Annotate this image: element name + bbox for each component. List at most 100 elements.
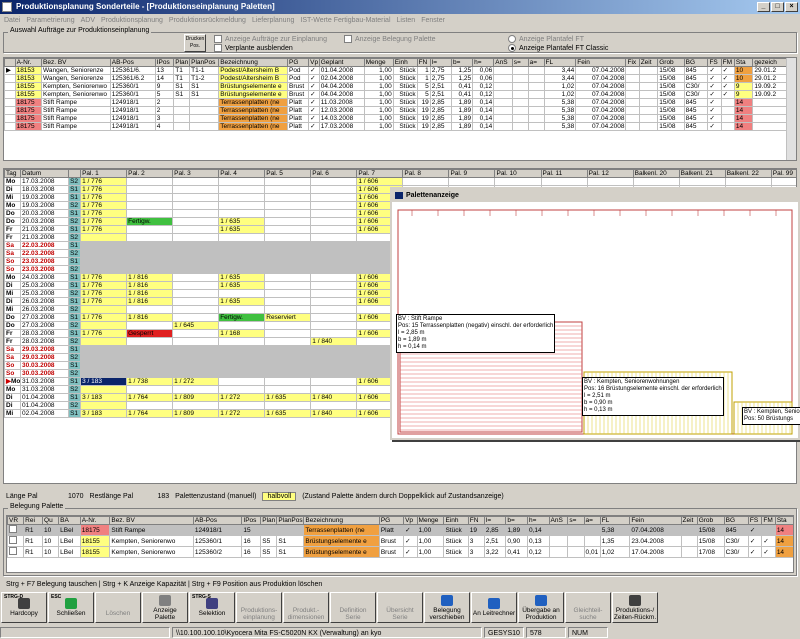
orders-cell[interactable]: 15/08 — [657, 74, 685, 83]
pallet-cell[interactable]: 1 / 635 — [218, 225, 266, 234]
belegung-col-header[interactable]: A-Nr. — [79, 516, 111, 525]
pallet-cell[interactable] — [126, 353, 174, 362]
orders-cell[interactable]: 14 — [733, 106, 754, 115]
pallet-cell[interactable] — [218, 233, 266, 242]
menu-item[interactable]: ADV — [81, 14, 95, 27]
pallet-cell[interactable] — [126, 185, 174, 194]
belegung-col-header[interactable]: FS — [747, 516, 763, 525]
pallet-cell[interactable] — [172, 369, 220, 378]
orders-cell[interactable]: 9 — [733, 82, 754, 91]
pallet-cell[interactable] — [126, 233, 174, 242]
belegung-cell[interactable]: Stück — [443, 524, 469, 536]
orders-cell[interactable] — [493, 122, 513, 131]
pallet-cell[interactable]: 1 / 816 — [126, 273, 174, 282]
orders-cell[interactable]: 15/08 — [657, 106, 685, 115]
toolbar-button-10[interactable]: Belegung verschieben — [424, 592, 470, 623]
pallet-cell[interactable] — [264, 273, 312, 282]
pallet-cell[interactable] — [172, 177, 220, 186]
pallet-cell[interactable] — [586, 177, 634, 186]
belegung-cell[interactable] — [548, 535, 569, 547]
belegung-cell[interactable] — [680, 546, 698, 558]
menu-item[interactable]: Listen — [397, 14, 416, 27]
orders-cell[interactable] — [720, 98, 735, 107]
orders-cell[interactable]: 3,44 — [543, 66, 577, 75]
pallet-cell[interactable] — [264, 297, 312, 306]
board-col-header[interactable]: Balkenl. 20 — [632, 169, 680, 178]
pallet-cell[interactable] — [264, 233, 312, 242]
belegung-cell[interactable]: ✓ — [747, 546, 763, 558]
pallet-cell[interactable] — [218, 241, 266, 250]
orders-cell[interactable]: Stück — [392, 114, 418, 123]
belegung-col-header[interactable]: Fein — [629, 516, 682, 525]
orders-cell[interactable]: 9 — [154, 82, 175, 91]
orders-cell[interactable] — [173, 122, 191, 131]
pallet-cell[interactable]: 1 / 776 — [80, 177, 128, 186]
orders-cell[interactable]: Kempten, Seniorenwo — [41, 90, 111, 99]
pallet-cell[interactable] — [172, 233, 220, 242]
belegung-cell[interactable]: Terrassenplatten (ne — [303, 524, 380, 536]
belegung-cell[interactable]: 15/08 — [696, 535, 725, 547]
orders-cell[interactable]: ✓ — [707, 114, 722, 123]
pallet-cell[interactable] — [310, 225, 358, 234]
orders-cell[interactable] — [752, 98, 788, 107]
pallet-cell[interactable] — [172, 305, 220, 314]
orders-cell[interactable]: ✓ — [707, 90, 722, 99]
orders-cell[interactable]: Stück — [392, 122, 418, 131]
belegung-cell[interactable]: ✓ — [747, 524, 763, 536]
pallet-cell[interactable] — [172, 217, 220, 226]
pallet-cell[interactable]: Gesperrt — [126, 329, 174, 338]
pallet-cell[interactable] — [310, 265, 358, 274]
orders-cell[interactable]: Stift Rampe — [41, 122, 111, 131]
pallet-cell[interactable] — [310, 313, 358, 322]
orders-cell[interactable]: ✓ — [707, 82, 722, 91]
orders-cell[interactable]: 1,02 — [543, 82, 577, 91]
orders-cell[interactable]: 5,38 — [543, 122, 577, 131]
pallet-cell[interactable] — [218, 209, 266, 218]
pallet-cell[interactable] — [80, 241, 128, 250]
pallet-cell[interactable] — [264, 321, 312, 330]
belegung-cell[interactable]: ✓ — [747, 535, 763, 547]
pallet-cell[interactable] — [126, 401, 174, 410]
pallet-cell[interactable] — [126, 209, 174, 218]
pallet-cell[interactable] — [218, 249, 266, 258]
minimize-button[interactable]: _ — [757, 2, 770, 12]
pallet-cell[interactable]: 1 / 776 — [80, 185, 128, 194]
pallet-cell[interactable] — [80, 385, 128, 394]
orders-cell[interactable]: 29.01.2 — [752, 66, 788, 75]
orders-cell[interactable]: 0,06 — [472, 66, 495, 75]
orders-cell[interactable]: 1,00 — [363, 122, 394, 131]
orders-cell[interactable]: ✓ — [308, 74, 320, 83]
belegung-cell[interactable]: Kempten, Seniorenwo — [109, 535, 194, 547]
pallet-cell[interactable]: 1 / 816 — [126, 281, 174, 290]
belegung-cell[interactable]: Brust — [378, 546, 405, 558]
belegung-col-header[interactable]: Menge — [416, 516, 445, 525]
pallet-cell[interactable] — [264, 185, 312, 194]
pallet-cell[interactable] — [80, 249, 128, 258]
orders-cell[interactable]: Platt — [286, 106, 310, 115]
toolbar-button-12[interactable]: Übergabe an Produktion — [518, 592, 564, 623]
orders-cell[interactable]: Kempten, Seniorenwo — [41, 82, 111, 91]
orders-cell[interactable]: 2 — [154, 98, 175, 107]
orders-cell[interactable]: 1,89 — [450, 98, 474, 107]
pallet-cell[interactable]: 1 / 776 — [80, 201, 128, 210]
orders-cell[interactable]: 02.04.2008 — [318, 74, 365, 83]
belegung-col-header[interactable]: VR — [7, 516, 25, 525]
orders-cell[interactable]: ✓ — [720, 66, 735, 75]
orders-cell[interactable]: 04.04.2008 — [318, 90, 365, 99]
orders-cell[interactable]: 845 — [683, 66, 709, 75]
pallet-cell[interactable]: 1 / 635 — [218, 297, 266, 306]
orders-cell[interactable]: 1,89 — [450, 114, 474, 123]
toolbar-button-3[interactable]: Löschen — [95, 592, 141, 623]
orders-cell[interactable]: 10 — [733, 74, 754, 83]
pallet-cell[interactable] — [264, 345, 312, 354]
maximize-button[interactable]: □ — [771, 2, 784, 12]
belegung-col-header[interactable]: b= — [505, 516, 528, 525]
pallet-cell[interactable] — [218, 321, 266, 330]
orders-cell[interactable]: Brust — [286, 82, 310, 91]
pallet-cell[interactable] — [770, 177, 796, 186]
orders-cell[interactable]: 19 — [416, 122, 431, 131]
opt-verplante-ausblenden[interactable]: Verplante ausblenden — [214, 44, 293, 52]
orders-cell[interactable]: 1,00 — [363, 98, 394, 107]
orders-cell[interactable]: 1,00 — [363, 90, 394, 99]
opt-plantafel-ft[interactable]: Anzeige Plantafel FT — [508, 35, 584, 43]
